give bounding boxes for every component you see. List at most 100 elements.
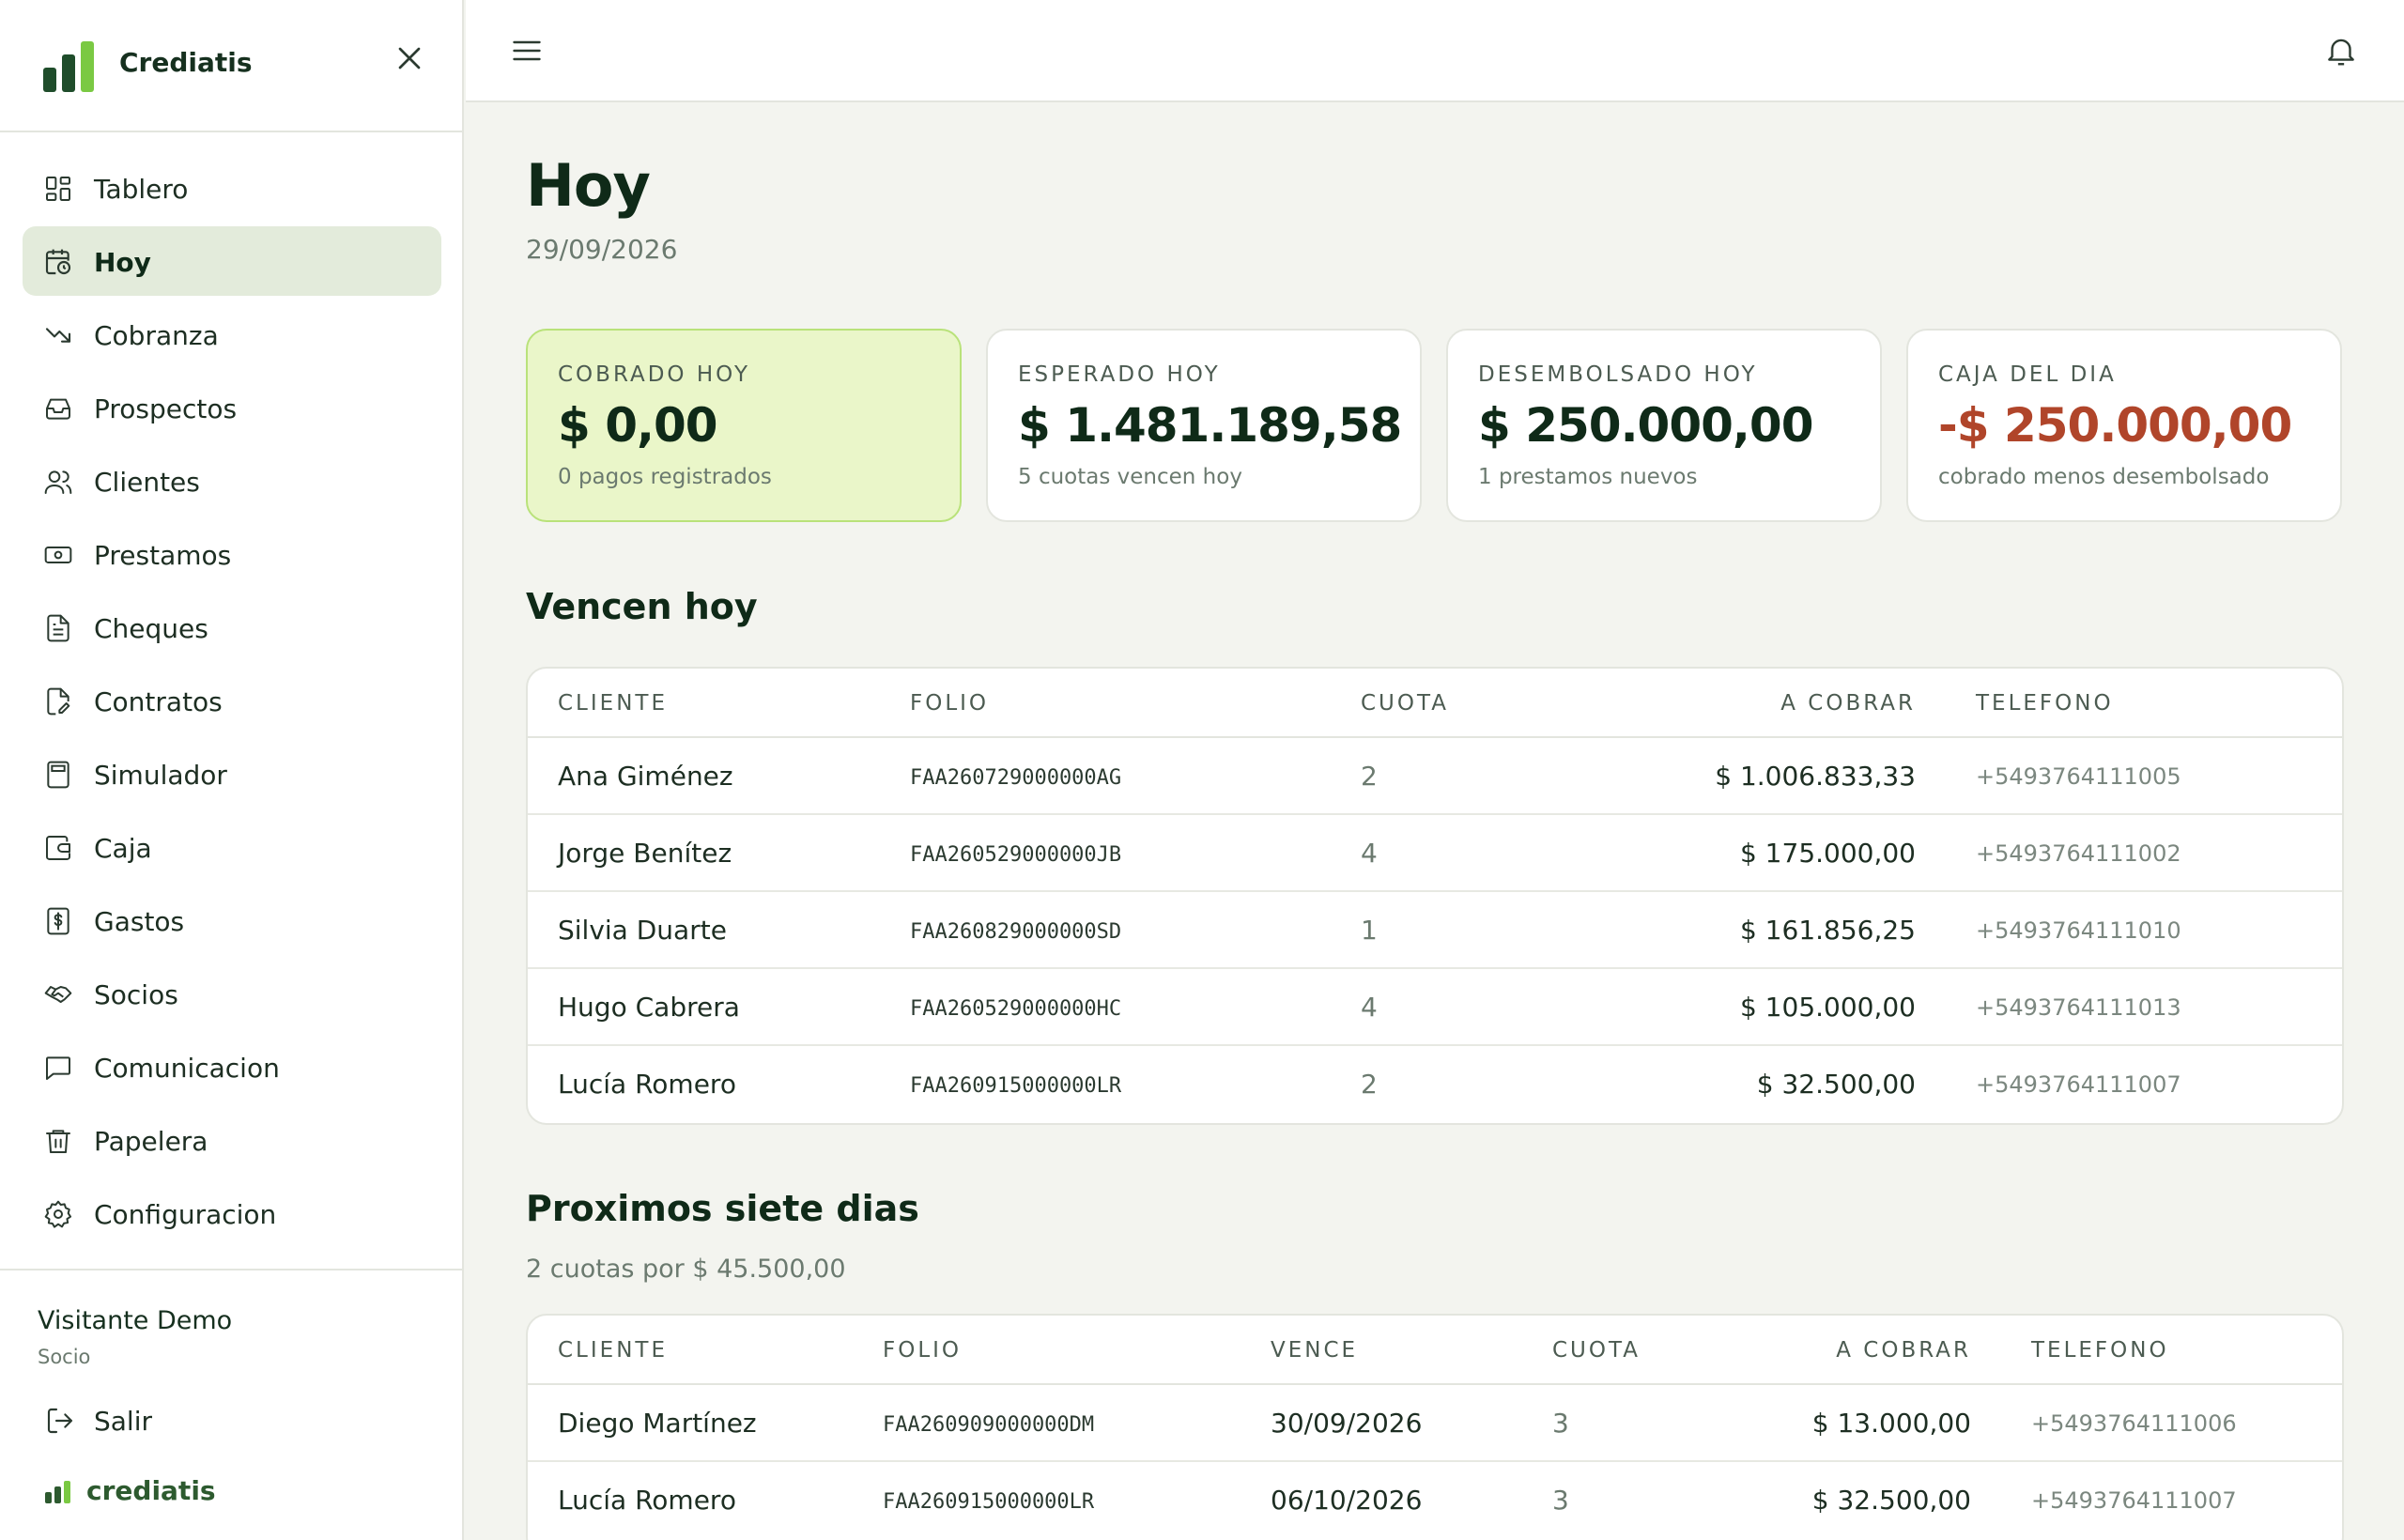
close-sidebar-button[interactable] — [391, 39, 428, 77]
table-row[interactable]: Jorge Benítez FAA260529000000JB 4 $ 175.… — [528, 815, 2342, 892]
table-row[interactable]: Ana Giménez FAA260729000000AG 2 $ 1.006.… — [528, 738, 2342, 815]
cell-cuota: 4 — [1361, 992, 1378, 1023]
sidebar-item-label: Tablero — [94, 174, 189, 205]
table-row[interactable]: Diego Martínez FAA260909000000DM 30/09/2… — [528, 1385, 2342, 1462]
sidebar-item-prospectos[interactable]: Prospectos — [23, 373, 441, 442]
section-title-week: Proximos siete dias — [526, 1188, 919, 1229]
sidebar-item-cheques[interactable]: Cheques — [23, 593, 441, 662]
cell-folio: FAA260829000000SD — [910, 920, 1122, 944]
sidebar-item-simulador[interactable]: Simulador — [23, 739, 441, 808]
cell-a-cobrar: $ 32.500,00 — [1756, 1069, 1916, 1100]
table-header: CLIENTE FOLIO VENCE CUOTA A COBRAR TELEF… — [528, 1316, 2342, 1385]
sidebar-item-tablero[interactable]: Tablero — [23, 153, 441, 223]
col-header-cuota: CUOTA — [1552, 1338, 1641, 1363]
section-title-today: Vencen hoy — [526, 586, 758, 627]
card-label: ESPERADO HOY — [1018, 362, 1221, 387]
col-header-cuota: CUOTA — [1361, 691, 1449, 716]
sidebar-item-prestamos[interactable]: Prestamos — [23, 519, 441, 589]
handshake-icon — [43, 979, 73, 1009]
table-row[interactable]: Silvia Duarte FAA260829000000SD 1 $ 161.… — [528, 892, 2342, 969]
cell-cliente: Jorge Benítez — [558, 838, 732, 869]
users-icon — [43, 467, 73, 497]
cell-vence: 30/09/2026 — [1271, 1408, 1423, 1439]
cell-cliente: Lucía Romero — [558, 1069, 736, 1100]
sidebar-item-label: Socios — [94, 979, 178, 1010]
user-role: Socio — [38, 1346, 91, 1368]
cell-cliente: Hugo Cabrera — [558, 992, 740, 1023]
close-icon — [398, 47, 421, 69]
sidebar-item-label: Comunicacion — [94, 1053, 280, 1084]
summary-cards: COBRADO HOY $ 0,00 0 pagos registrados E… — [526, 329, 2344, 522]
table-row[interactable]: Lucía Romero FAA260915000000LR 2 $ 32.50… — [528, 1046, 2342, 1123]
cell-cliente: Ana Giménez — [558, 761, 733, 792]
cell-a-cobrar: $ 13.000,00 — [1811, 1408, 1971, 1439]
logout-icon — [45, 1406, 75, 1436]
sidebar-item-label: Hoy — [94, 247, 151, 278]
cell-cuota: 1 — [1361, 915, 1378, 946]
cell-cuota: 2 — [1361, 1069, 1378, 1100]
col-header-vence: VENCE — [1271, 1338, 1359, 1363]
sidebar-item-socios[interactable]: Socios — [23, 959, 441, 1028]
footer-brand-name: crediatis — [86, 1475, 216, 1506]
card-caja-del-dia: CAJA DEL DIA -$ 250.000,00 cobrado menos… — [1906, 329, 2342, 522]
cell-cuota: 2 — [1361, 761, 1378, 792]
cell-vence: 06/10/2026 — [1271, 1485, 1423, 1516]
cell-cliente: Silvia Duarte — [558, 915, 727, 946]
card-label: COBRADO HOY — [558, 362, 751, 387]
cell-a-cobrar: $ 1.006.833,33 — [1715, 761, 1916, 792]
wallet-icon — [43, 833, 73, 863]
sidebar-item-hoy[interactable]: Hoy — [23, 226, 441, 296]
col-header-a-cobrar: A COBRAR — [1780, 691, 1916, 716]
calculator-icon — [43, 760, 73, 790]
crediatis-logo-icon — [43, 41, 96, 92]
sidebar-item-label: Cheques — [94, 613, 208, 644]
sidebar-item-label: Papelera — [94, 1126, 208, 1157]
sidebar-item-clientes[interactable]: Clientes — [23, 446, 441, 516]
sidebar-nav: Tablero Hoy Cobranza Prospectos Clientes… — [23, 153, 441, 1252]
sidebar-item-gastos[interactable]: Gastos — [23, 886, 441, 955]
crediatis-mini-logo-icon — [45, 1481, 73, 1503]
card-desembolsado-hoy: DESEMBOLSADO HOY $ 250.000,00 1 prestamo… — [1446, 329, 1882, 522]
table-row[interactable]: Lucía Romero FAA260915000000LR 06/10/202… — [528, 1462, 2342, 1539]
sidebar-item-label: Configuracion — [94, 1199, 277, 1230]
logout-button[interactable]: Salir — [38, 1400, 319, 1441]
dashboard-icon — [43, 174, 73, 204]
sidebar-item-label: Gastos — [94, 906, 185, 937]
cell-telefono: +5493764111013 — [1976, 994, 2181, 1021]
cell-a-cobrar: $ 105.000,00 — [1739, 992, 1916, 1023]
table-week: CLIENTE FOLIO VENCE CUOTA A COBRAR TELEF… — [526, 1314, 2344, 1540]
sidebar-item-cobranza[interactable]: Cobranza — [23, 300, 441, 369]
card-value: $ 1.481.189,58 — [1018, 398, 1402, 453]
page-date: 29/09/2026 — [526, 234, 678, 265]
card-subtitle: cobrado menos desembolsado — [1938, 465, 2270, 489]
user-name: Visitante Demo — [38, 1306, 233, 1335]
sidebar-item-contratos[interactable]: Contratos — [23, 666, 441, 735]
document-icon — [43, 613, 73, 643]
sidebar-item-label: Cobranza — [94, 320, 219, 351]
cell-telefono: +5493764111006 — [2031, 1410, 2237, 1437]
sidebar-item-papelera[interactable]: Papelera — [23, 1105, 441, 1175]
cell-a-cobrar: $ 175.000,00 — [1739, 838, 1916, 869]
notifications-button[interactable] — [2323, 32, 2359, 69]
menu-button[interactable] — [509, 34, 545, 68]
cell-cliente: Lucía Romero — [558, 1485, 736, 1516]
cell-cuota: 4 — [1361, 838, 1378, 869]
table-row[interactable]: Hugo Cabrera FAA260529000000HC 4 $ 105.0… — [528, 969, 2342, 1046]
cell-a-cobrar: $ 161.856,25 — [1739, 915, 1916, 946]
cell-folio: FAA260915000000LR — [883, 1490, 1095, 1514]
sidebar-item-label: Caja — [94, 833, 152, 864]
card-value: $ 250.000,00 — [1478, 398, 1814, 453]
sidebar-item-caja[interactable]: Caja — [23, 812, 441, 882]
sidebar-item-comunicacion[interactable]: Comunicacion — [23, 1032, 441, 1101]
page-title: Hoy — [526, 151, 651, 220]
card-label: DESEMBOLSADO HOY — [1478, 362, 1758, 387]
topbar — [466, 0, 2404, 102]
trending-down-icon — [43, 320, 73, 350]
section-subtitle-week: 2 cuotas por $ 45.500,00 — [526, 1255, 846, 1284]
sidebar-item-label: Prospectos — [94, 393, 238, 424]
sidebar-item-configuracion[interactable]: Configuracion — [23, 1178, 441, 1248]
cell-telefono: +5493764111002 — [1976, 840, 2181, 867]
col-header-cliente: CLIENTE — [558, 691, 668, 716]
user-block: Visitante Demo Socio Salir crediatis — [0, 1269, 464, 1540]
trash-icon — [43, 1126, 73, 1156]
